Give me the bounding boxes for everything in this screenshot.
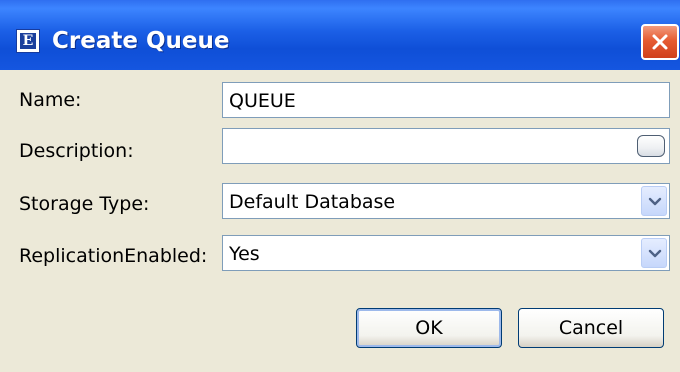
title-bar[interactable]: E Create Queue <box>0 0 680 70</box>
replication-enabled-dropdown-button[interactable] <box>641 238 667 268</box>
close-icon <box>652 34 668 50</box>
app-icon-glyph: E <box>20 33 36 49</box>
dialog-title: Create Queue <box>52 28 230 54</box>
dialog-body: Name: QUEUE Description: Storage Type: D… <box>0 70 680 372</box>
name-value: QUEUE <box>229 90 296 112</box>
replication-enabled-value: Yes <box>229 243 260 265</box>
ok-button[interactable]: OK <box>356 308 502 348</box>
chevron-down-icon <box>648 249 662 258</box>
description-input[interactable] <box>222 128 670 164</box>
cancel-button-label: Cancel <box>558 317 624 339</box>
storage-type-value: Default Database <box>229 191 396 213</box>
description-label: Description: <box>19 140 134 162</box>
chevron-down-icon <box>648 197 662 206</box>
description-edit-button[interactable] <box>637 135 665 157</box>
replication-enabled-label: ReplicationEnabled: <box>19 245 208 267</box>
close-button[interactable] <box>641 24 679 60</box>
storage-type-label: Storage Type: <box>19 193 150 215</box>
storage-type-select[interactable]: Default Database <box>222 183 670 219</box>
ok-button-label: OK <box>415 317 443 339</box>
app-icon: E <box>16 29 40 53</box>
replication-enabled-select[interactable]: Yes <box>222 235 670 271</box>
cancel-button[interactable]: Cancel <box>518 308 664 348</box>
storage-type-dropdown-button[interactable] <box>641 186 667 216</box>
name-label: Name: <box>19 89 82 111</box>
name-input[interactable]: QUEUE <box>222 82 670 118</box>
create-queue-dialog: E Create Queue Name: QUEUE Description: … <box>0 0 680 372</box>
